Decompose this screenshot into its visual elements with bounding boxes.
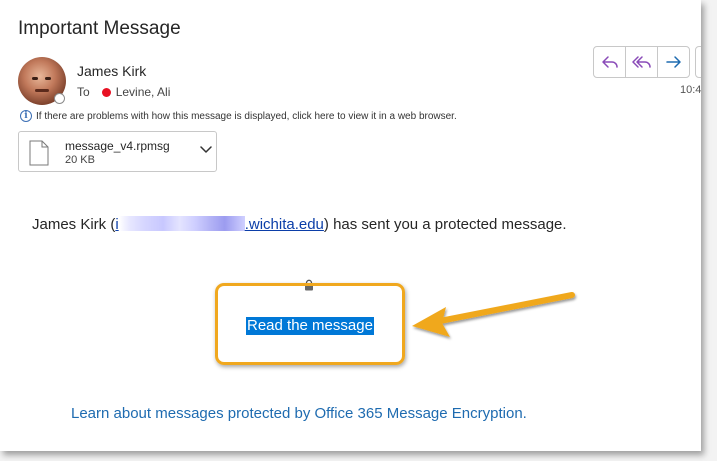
info-icon: i (20, 110, 32, 122)
to-label: To (77, 85, 90, 99)
reply-all-button[interactable] (626, 47, 658, 77)
sender-email-link[interactable]: i .wichita.edu (115, 216, 324, 233)
attachment-file-size: 20 KB (65, 154, 95, 166)
recipient-row: To Levine, Ali (77, 85, 170, 99)
info-bar[interactable]: i If there are problems with how this me… (20, 110, 457, 122)
more-actions-button[interactable] (695, 46, 701, 78)
file-icon (29, 140, 49, 166)
read-message-link[interactable]: Read the message (246, 317, 374, 335)
redaction-block (118, 216, 245, 231)
email-end: .wichita.edu (244, 216, 324, 233)
message-time: 10:4 (680, 84, 701, 96)
attachment-card[interactable]: message_v4.rpmsg 20 KB (18, 131, 217, 172)
message-actions-group (593, 46, 690, 78)
forward-icon (665, 56, 681, 68)
intro-suffix: ) has sent you a protected message. (323, 216, 567, 233)
reply-all-icon (631, 56, 651, 68)
attachment-file-name: message_v4.rpmsg (65, 139, 170, 153)
learn-more-link[interactable]: Learn about messages protected by Office… (71, 405, 527, 422)
chevron-down-icon[interactable] (200, 146, 212, 154)
callout-arrow-icon (412, 292, 575, 337)
presence-status-icon (54, 93, 65, 104)
reply-button[interactable] (594, 47, 626, 77)
forward-button[interactable] (658, 47, 689, 77)
recipient-name[interactable]: Levine, Ali (116, 85, 171, 99)
protected-message-intro: James Kirk (i .wichita.edu) has sent you … (32, 216, 567, 233)
info-bar-text[interactable]: If there are problems with how this mess… (36, 111, 457, 122)
sender-name[interactable]: James Kirk (77, 63, 146, 79)
intro-prefix: James Kirk ( (32, 216, 116, 233)
recipient-presence-icon (101, 87, 111, 97)
message-reading-pane: Important Message James Kirk To Levine, … (0, 0, 701, 451)
message-subject: Important Message (18, 18, 181, 39)
reply-icon (601, 56, 618, 68)
